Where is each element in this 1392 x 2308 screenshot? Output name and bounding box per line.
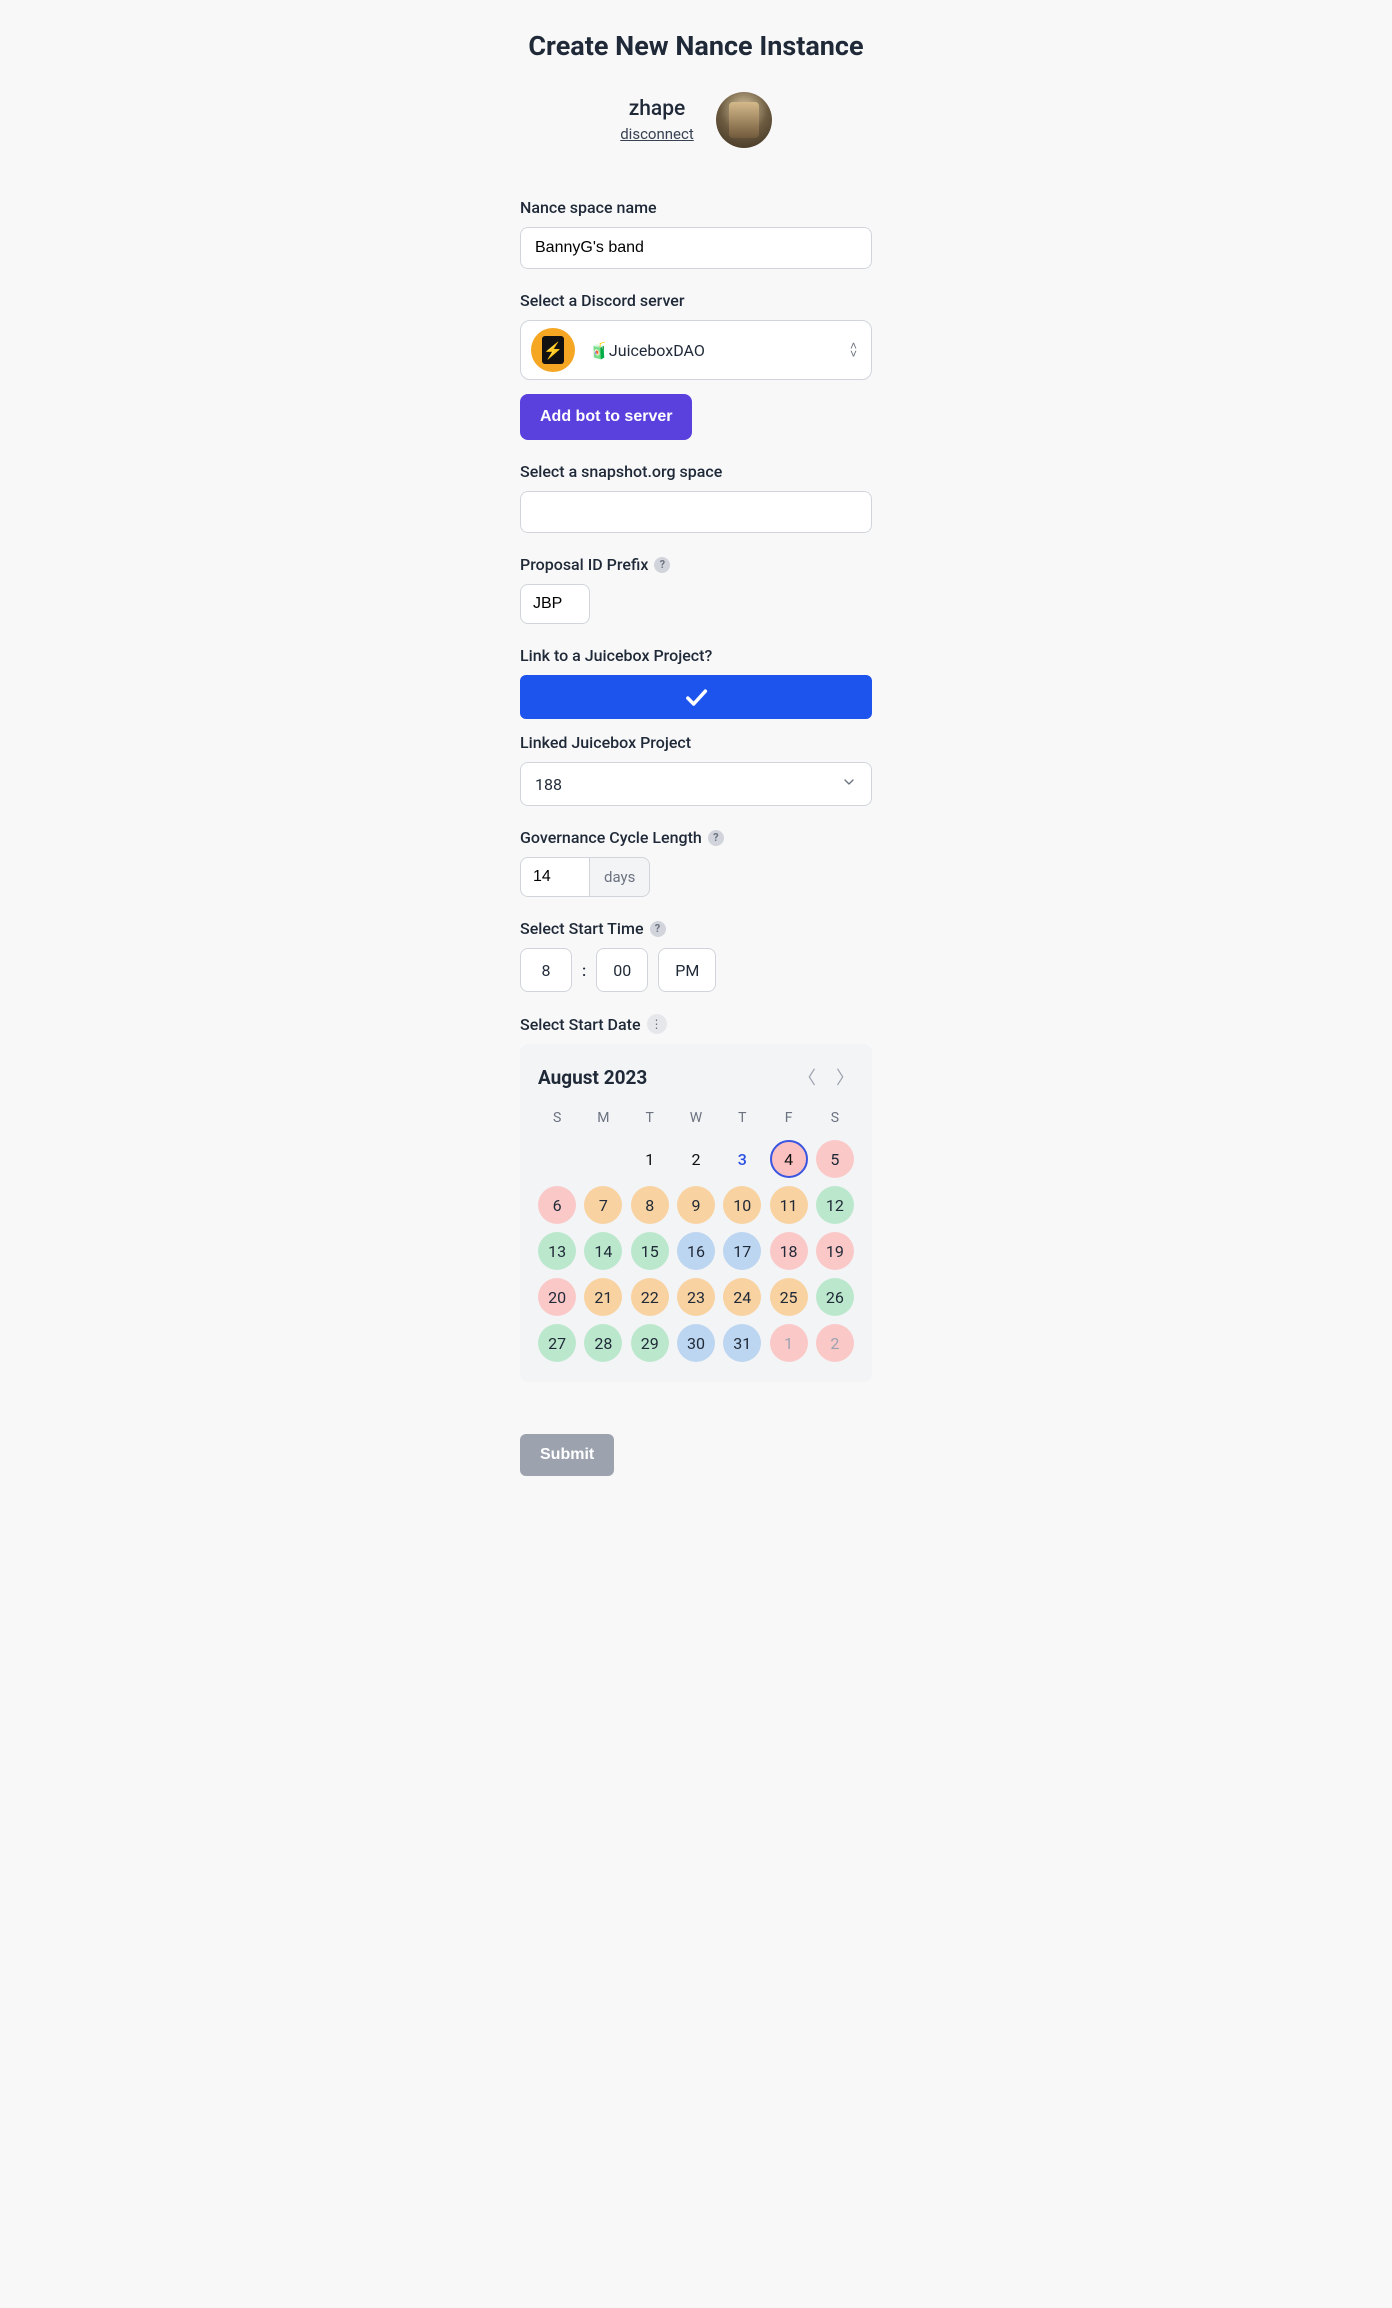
calendar-day[interactable]: 1 [770, 1324, 808, 1362]
calendar-title: August 2023 [538, 1066, 647, 1089]
cycle-length-unit: days [590, 857, 650, 897]
start-time-label: Select Start Time ? [520, 919, 872, 938]
calendar-day[interactable]: 15 [631, 1232, 669, 1270]
calendar-day[interactable]: 23 [677, 1278, 715, 1316]
calendar-dow: F [770, 1110, 808, 1126]
minute-input[interactable]: 00 [596, 948, 648, 992]
calendar-day[interactable]: 1 [631, 1140, 669, 1178]
calendar-day[interactable]: 28 [584, 1324, 622, 1362]
calendar-day[interactable]: 20 [538, 1278, 576, 1316]
calendar-dow: W [677, 1110, 715, 1126]
calendar-day[interactable]: 27 [538, 1324, 576, 1362]
calendar-day[interactable]: 7 [584, 1186, 622, 1224]
prefix-label: Proposal ID Prefix ? [520, 555, 872, 574]
snapshot-input[interactable] [520, 491, 872, 533]
discord-select[interactable]: ⚡ 🧃JuiceboxDAO ˄˅ [520, 320, 872, 380]
submit-button[interactable]: Submit [520, 1434, 614, 1476]
calendar-day[interactable]: 8 [631, 1186, 669, 1224]
calendar-day[interactable]: 3 [723, 1140, 761, 1178]
cycle-length-input[interactable] [520, 857, 590, 897]
calendar-day[interactable]: 2 [816, 1324, 854, 1362]
discord-server-name: 🧃JuiceboxDAO [589, 341, 705, 360]
more-icon[interactable]: ⋮ [647, 1014, 667, 1034]
calendar-day[interactable]: 19 [816, 1232, 854, 1270]
calendar-day[interactable]: 13 [538, 1232, 576, 1270]
calendar-day[interactable]: 4 [770, 1140, 808, 1178]
calendar-dow: S [816, 1110, 854, 1126]
linked-project-label: Linked Juicebox Project [520, 733, 872, 752]
calendar-day[interactable]: 11 [770, 1186, 808, 1224]
chevron-down-icon [841, 774, 857, 794]
calendar-day[interactable]: 16 [677, 1232, 715, 1270]
page-title: Create New Nance Instance [395, 30, 997, 62]
calendar-prev[interactable]: 〈 [798, 1064, 816, 1090]
calendar-day[interactable]: 10 [723, 1186, 761, 1224]
chevron-updown-icon: ˄˅ [850, 342, 857, 358]
hour-input[interactable]: 8 [520, 948, 572, 992]
calendar-day[interactable]: 30 [677, 1324, 715, 1362]
calendar-day[interactable]: 2 [677, 1140, 715, 1178]
calendar-dow: M [584, 1110, 622, 1126]
prefix-input[interactable] [520, 584, 590, 624]
calendar: August 2023 〈 〉 SMTWTFS 1234567891011121… [520, 1044, 872, 1382]
calendar-day[interactable]: 25 [770, 1278, 808, 1316]
linked-project-select[interactable]: 188 [520, 762, 872, 806]
calendar-day[interactable]: 5 [816, 1140, 854, 1178]
check-icon [682, 683, 710, 711]
calendar-day[interactable]: 6 [538, 1186, 576, 1224]
linked-project-value: 188 [535, 775, 562, 794]
time-colon: : [582, 961, 586, 980]
calendar-dow: S [538, 1110, 576, 1126]
help-icon[interactable]: ? [708, 830, 724, 846]
calendar-day[interactable]: 14 [584, 1232, 622, 1270]
calendar-day[interactable]: 24 [723, 1278, 761, 1316]
username: zhape [620, 97, 694, 121]
cycle-length-label: Governance Cycle Length ? [520, 828, 872, 847]
calendar-day[interactable]: 29 [631, 1324, 669, 1362]
calendar-day[interactable]: 9 [677, 1186, 715, 1224]
discord-server-icon: ⚡ [531, 328, 575, 372]
ampm-input[interactable]: PM [658, 948, 716, 992]
snapshot-label: Select a snapshot.org space [520, 462, 872, 481]
disconnect-link[interactable]: disconnect [620, 125, 694, 143]
space-name-input[interactable] [520, 227, 872, 269]
calendar-day[interactable]: 12 [816, 1186, 854, 1224]
calendar-dow: T [631, 1110, 669, 1126]
calendar-day[interactable]: 31 [723, 1324, 761, 1362]
start-date-label: Select Start Date ⋮ [520, 1014, 872, 1034]
calendar-day[interactable]: 18 [770, 1232, 808, 1270]
link-project-label: Link to a Juicebox Project? [520, 646, 872, 665]
calendar-day[interactable]: 17 [723, 1232, 761, 1270]
avatar [716, 92, 772, 148]
user-row: zhape disconnect [395, 92, 997, 148]
link-project-toggle[interactable] [520, 675, 872, 719]
calendar-day[interactable]: 21 [584, 1278, 622, 1316]
add-bot-button[interactable]: Add bot to server [520, 394, 692, 440]
calendar-day[interactable]: 26 [816, 1278, 854, 1316]
calendar-day[interactable]: 22 [631, 1278, 669, 1316]
help-icon[interactable]: ? [654, 557, 670, 573]
help-icon[interactable]: ? [650, 921, 666, 937]
calendar-dow: T [723, 1110, 761, 1126]
discord-label: Select a Discord server [520, 291, 872, 310]
space-name-label: Nance space name [520, 198, 872, 217]
calendar-next[interactable]: 〉 [836, 1064, 854, 1090]
